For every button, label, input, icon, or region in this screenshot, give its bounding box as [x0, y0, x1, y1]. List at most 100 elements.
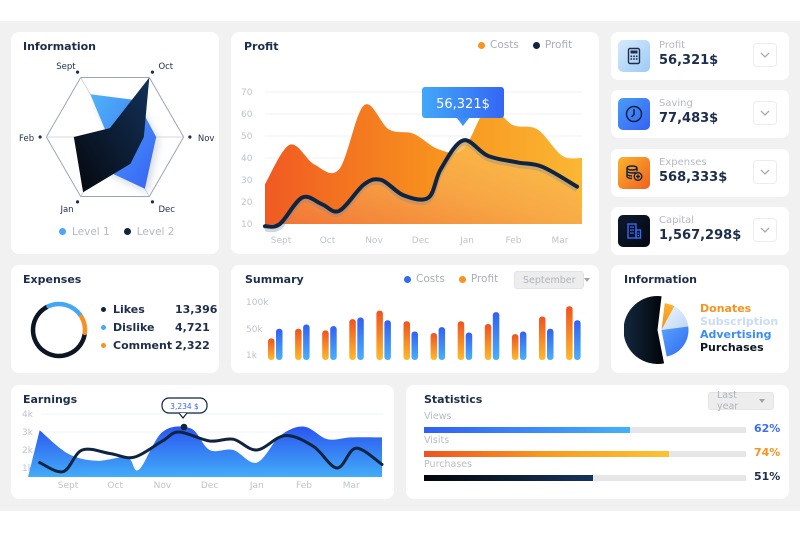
summary-bar-costs: [411, 331, 418, 360]
profit-x-tick: Feb: [506, 236, 522, 246]
radar-axis-dot: [150, 70, 155, 74]
coins-plus-icon: [618, 157, 650, 189]
kpi-expand-button[interactable]: [753, 43, 777, 67]
summary-bar-profit: [566, 306, 573, 360]
statistics-card: Statistics Last year: [406, 385, 789, 499]
profit-chart: 10 20 30 40 50 60 70 Sept Oct Nov Dec Jan Feb Mar 56,3…: [241, 87, 582, 246]
kpi-value: 56,321$: [659, 53, 719, 68]
chevron-down-icon: [760, 52, 770, 58]
profit-x-tick: Sept: [271, 236, 292, 246]
info-pie-card-title: Information: [624, 273, 697, 286]
earnings-marker: [180, 423, 188, 431]
profit-x-tick: Oct: [320, 236, 336, 246]
stat-progress-views: [424, 427, 746, 433]
kpi-expand-button[interactable]: [753, 160, 777, 184]
period-dropdown[interactable]: Last year: [708, 390, 774, 412]
kpi-label: Profit: [659, 40, 686, 51]
dislike-dot: [101, 325, 106, 330]
kpi-expand-button[interactable]: [753, 218, 777, 242]
earnings-y-tick: 4k: [22, 410, 34, 420]
legend-level-1: Level 1: [59, 226, 110, 238]
profit-y-tick: 20: [241, 198, 253, 208]
profit-y-tick: 40: [241, 154, 253, 164]
earnings-x-tick: Dec: [201, 481, 218, 491]
radar-axis-label: Jan: [59, 205, 73, 215]
pie-legend-donates: Donates: [700, 302, 752, 315]
kpi-card-saving: Saving 77,483$: [611, 90, 789, 138]
summary-bar-costs: [438, 327, 446, 360]
earnings-y-tick: 2k: [22, 446, 34, 456]
statistics-card-title: Statistics: [424, 393, 483, 406]
summary-bar-profit: [539, 316, 546, 360]
summary-bar-costs: [276, 328, 283, 360]
calculator-icon: [618, 40, 650, 72]
summary-bar-costs: [330, 326, 337, 360]
likes-dot: [101, 307, 106, 312]
summary-bar-costs: [465, 332, 473, 360]
profit-y-tick: 10: [241, 220, 253, 230]
profit-x-tick: Jan: [459, 236, 474, 246]
stat-percent-views: 62%: [754, 422, 781, 435]
summary-bar-chart: 100k 50k 1k: [246, 298, 581, 361]
radar-axis-label: Nov: [198, 134, 215, 144]
expense-row-likes: Likes 13,396: [101, 303, 217, 316]
stat-label-visits: Visits: [424, 435, 450, 446]
summary-bar-profit: [376, 310, 383, 360]
radar-axis-label: Sept: [56, 62, 76, 72]
radar-axis-dot: [75, 70, 80, 74]
stat-progress-visits: [424, 451, 746, 457]
building-icon: [618, 215, 650, 247]
profit-x-tick: Mar: [552, 236, 569, 246]
earnings-card: Earnings 4k 3k 2k 1k Sept Oct Nov Dec Jan Feb Mar 3…: [11, 385, 394, 499]
profit-y-tick: 30: [241, 176, 253, 186]
kpi-label: Saving: [659, 98, 693, 109]
kpi-expand-button[interactable]: [753, 101, 777, 125]
radar-axis-label: Dec: [158, 205, 175, 215]
expenses-card: Expenses: [11, 265, 219, 373]
summary-bar-profit: [511, 334, 519, 360]
summary-bar-profit: [430, 333, 438, 360]
profit-card: Profit Costs Profit 10 20 30 40 50 60 70 Sept Oc…: [231, 32, 599, 254]
profit-x-tick: Dec: [412, 236, 429, 246]
stat-progress-fill: [424, 475, 594, 481]
earnings-tooltip: 3,234 $: [161, 397, 208, 419]
radar-card: Information Sept Oct Nov Dec Jan Feb Level 1 …: [11, 32, 219, 254]
comment-dot: [101, 343, 106, 348]
summary-bar-profit: [457, 321, 465, 360]
kpi-card-expenses: Expenses 568,333$: [611, 149, 789, 197]
radar-axis-dot: [150, 200, 155, 204]
radar-axis-dot: [75, 200, 80, 204]
summary-bar-profit: [268, 338, 275, 360]
kpi-value: 1,567,298$: [659, 228, 742, 243]
info-pie-legend: Donates Subscription Advertising Purchas…: [700, 302, 778, 354]
expense-row-comment: Comment 2,322: [101, 339, 210, 352]
radar-axis-label: Feb: [19, 134, 34, 144]
donut-segment-likes: [30, 304, 87, 359]
expenses-card-title: Expenses: [23, 273, 82, 286]
summary-y-tick: 1k: [246, 351, 258, 361]
chevron-down-icon: [760, 110, 770, 116]
summary-bar-costs: [519, 331, 527, 360]
stat-label-views: Views: [424, 411, 452, 422]
summary-bar-profit: [484, 323, 492, 360]
summary-bar-costs: [492, 312, 500, 360]
profit-y-tick: 60: [241, 110, 253, 120]
summary-bar-costs: [384, 320, 391, 360]
summary-bar-profit: [403, 321, 410, 360]
profit-tooltip-text: 56,321$: [436, 97, 490, 112]
info-pie-chart: [624, 296, 689, 364]
earnings-tooltip-text: 3,234 $: [170, 402, 199, 411]
earnings-tooltip-pointer: [178, 412, 188, 419]
legend-level-2: Level 2: [123, 226, 174, 238]
kpi-label: Expenses: [659, 157, 707, 168]
earnings-x-tick: Nov: [154, 481, 172, 491]
earnings-x-tick: Sept: [58, 481, 79, 491]
stat-percent-visits: 74%: [754, 446, 781, 459]
donut-segment-dislike: [46, 301, 83, 318]
kpi-card-profit: Profit 56,321$: [611, 32, 789, 80]
earnings-x-tick: Oct: [107, 481, 123, 491]
kpi-label: Capital: [659, 215, 695, 226]
profit-x-tick: Nov: [365, 236, 383, 246]
summary-y-tick: 50k: [246, 325, 263, 335]
earnings-x-tick: Feb: [296, 481, 312, 491]
